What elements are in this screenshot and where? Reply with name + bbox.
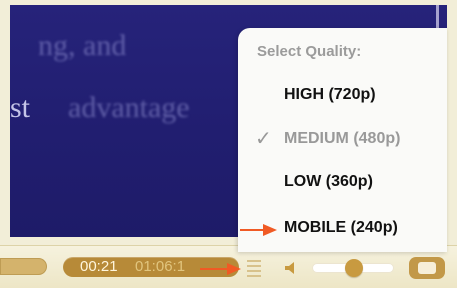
duration-time: 01:06:1 (135, 258, 186, 275)
video-player: ng, and st advantage 00:21 01:06:1 Selec… (0, 0, 457, 288)
checkmark-icon: ✓ (255, 128, 272, 150)
quality-option-label: MEDIUM (480p) (284, 130, 401, 147)
speaker-icon[interactable] (283, 260, 299, 276)
quality-option-medium[interactable]: ✓ MEDIUM (480p) (246, 125, 439, 155)
list-icon[interactable] (247, 260, 261, 277)
quality-menu: Select Quality: HIGH (720p) ✓ MEDIUM (48… (238, 28, 447, 252)
right-arrow-icon (199, 260, 243, 283)
volume-knob[interactable] (345, 259, 363, 277)
video-frame-text-3: advantage (68, 91, 190, 124)
quality-option-label: HIGH (720p) (284, 86, 376, 103)
quality-menu-title: Select Quality: (257, 43, 362, 60)
right-arrow-icon (239, 221, 279, 244)
fullscreen-icon (418, 262, 436, 274)
current-time: 00:21 (80, 258, 118, 275)
quality-option-label: LOW (360p) (284, 173, 373, 190)
quality-option-high[interactable]: HIGH (720p) (246, 81, 439, 111)
seek-bar[interactable] (0, 258, 47, 275)
fullscreen-button[interactable] (409, 257, 445, 279)
video-frame-text-2: st (10, 91, 31, 124)
quality-option-low[interactable]: LOW (360p) (246, 168, 439, 198)
video-frame-text-1: ng, and (38, 29, 127, 62)
quality-option-label: MOBILE (240p) (284, 219, 398, 236)
